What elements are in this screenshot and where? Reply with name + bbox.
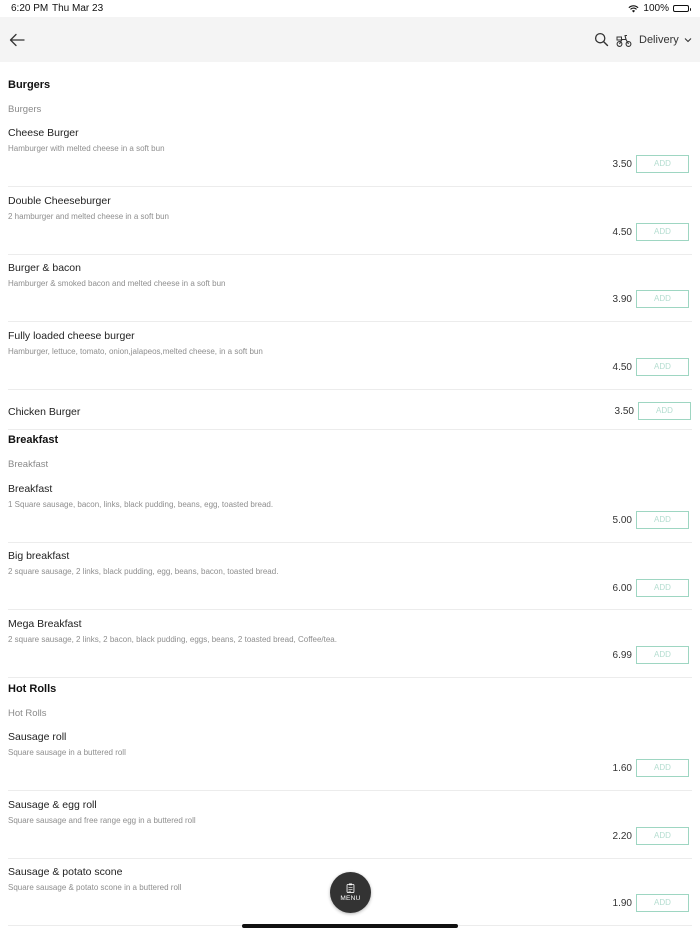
item-price: 4.50 [612,227,632,238]
back-arrow-icon[interactable] [8,31,26,49]
item-description: 2 square sausage, 2 links, 2 bacon, blac… [8,635,337,644]
header-bar: Delivery [0,17,700,62]
menu-item-row[interactable]: Fully loaded cheese burger Hamburger, let… [0,330,700,390]
row-divider [8,186,692,187]
battery-icon [673,5,691,12]
row-divider [8,677,692,678]
subsection-title: Hot Rolls [8,708,47,719]
section-title: Breakfast [8,434,59,446]
item-price: 2.20 [612,831,632,842]
row-divider [8,254,692,255]
item-name: Mega Breakfast [8,618,82,630]
add-button[interactable]: ADD [636,290,689,308]
item-description: 2 hamburger and melted cheese in a soft … [8,212,169,221]
row-divider [8,321,692,322]
item-name: Double Cheeseburger [8,195,111,207]
item-name: Breakfast [8,483,53,495]
item-description: Hamburger & smoked bacon and melted chee… [8,279,226,288]
add-button[interactable]: ADD [636,358,689,376]
item-description: Hamburger with melted cheese in a soft b… [8,144,165,153]
item-price: 3.90 [612,294,632,305]
delivery-mode-label: Delivery [639,34,679,46]
item-price: 6.99 [612,650,632,661]
item-description: Hamburger, lettuce, tomato, onion,jalape… [8,347,263,356]
item-description: Square sausage and free range egg in a b… [8,816,196,825]
item-price: 3.50 [614,406,634,417]
item-name: Fully loaded cheese burger [8,330,135,342]
item-name: Big breakfast [8,550,70,562]
item-price: 4.50 [612,362,632,373]
home-indicator [242,924,458,928]
item-price: 3.50 [612,159,632,170]
menu-item-row[interactable]: Sausage & egg roll Square sausage and fre… [0,799,700,859]
delivery-mode-selector[interactable]: Delivery [616,29,692,51]
item-description: 1 Square sausage, bacon, links, black pu… [8,500,274,509]
menu-item-row[interactable]: Cheese Burger Hamburger with melted chees… [0,127,700,187]
item-name: Sausage & egg roll [8,799,97,811]
add-button[interactable]: ADD [638,402,691,420]
item-name: Sausage & potato scone [8,866,123,878]
menu-item-row[interactable]: Breakfast 1 Square sausage, bacon, links,… [0,483,700,543]
section-title: Hot Rolls [8,683,57,695]
item-description: Square sausage in a buttered roll [8,748,126,757]
item-price: 6.00 [612,583,632,594]
status-date: Thu Mar 23 [52,3,104,14]
clipboard-icon [346,883,355,893]
item-price: 1.90 [612,898,632,909]
menu-item-row[interactable]: Double Cheeseburger 2 hamburger and melte… [0,195,700,255]
row-divider [8,790,692,791]
menu-item-row[interactable]: Burger & bacon Hamburger & smoked bacon a… [0,262,700,322]
status-right: 100% [628,3,691,14]
add-button[interactable]: ADD [636,511,689,529]
item-name: Sausage roll [8,731,67,743]
add-button[interactable]: ADD [636,223,689,241]
row-divider [8,429,692,430]
item-name: Chicken Burger [8,406,81,418]
item-price: 1.60 [612,763,632,774]
add-button[interactable]: ADD [636,759,689,777]
menu-item-row[interactable]: Sausage roll Square sausage in a buttered… [0,731,700,791]
status-bar: 6:20 PM Thu Mar 23 100% [0,0,700,17]
add-button[interactable]: ADD [636,579,689,597]
item-name: Cheese Burger [8,127,79,139]
search-icon[interactable] [594,32,609,47]
item-description: Square sausage & potato scone in a butte… [8,883,182,892]
menu-button-label: MENU [340,895,361,902]
add-button[interactable]: ADD [636,894,689,912]
row-divider [8,609,692,610]
menu-item-row[interactable]: Big breakfast 2 square sausage, 2 links, … [0,550,700,610]
chevron-down-icon [684,38,692,43]
section-title: Burgers [8,79,51,91]
menu-item-row[interactable]: Chicken Burger 3.50 ADD [0,398,700,430]
row-divider [8,542,692,543]
row-divider [8,858,692,859]
item-description: 2 square sausage, 2 links, black pudding… [8,567,279,576]
add-button[interactable]: ADD [636,646,689,664]
subsection-title: Burgers [8,104,42,115]
menu-item-row[interactable]: Mega Breakfast 2 square sausage, 2 links,… [0,618,700,678]
row-divider [8,389,692,390]
status-time: 6:20 PM [11,3,49,14]
wifi-icon [628,4,639,13]
battery-percent: 100% [643,3,669,14]
add-button[interactable]: ADD [636,827,689,845]
subsection-title: Breakfast [8,459,49,470]
item-price: 5.00 [612,515,632,526]
scooter-icon [616,34,632,47]
item-name: Burger & bacon [8,262,81,274]
add-button[interactable]: ADD [636,155,689,173]
menu-button[interactable]: MENU [330,872,371,913]
